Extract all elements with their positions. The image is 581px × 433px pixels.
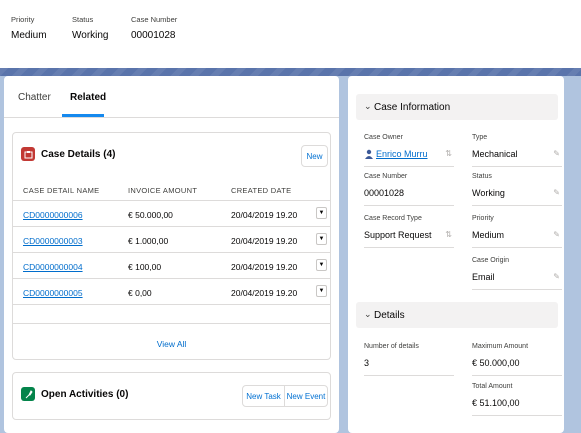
table-header: CASE DETAIL NAME INVOICE AMOUNT CREATED …: [13, 179, 330, 201]
chevron-down-icon: ⌄: [364, 309, 372, 319]
created-date: 20/04/2019 19.20: [231, 210, 298, 220]
row-menu-chevron-down-icon[interactable]: ▼: [316, 233, 327, 245]
field-value: Working: [472, 188, 505, 198]
case-owner-link[interactable]: Enrico Murru: [376, 149, 428, 159]
table-row: CD0000000005 € 0,00 20/04/2019 19.20 ▼: [13, 279, 330, 305]
case-detail-link[interactable]: CD0000000005: [23, 288, 83, 298]
created-date: 20/04/2019 19.20: [231, 288, 298, 298]
field-value: Support Request: [364, 230, 432, 240]
column-header-date[interactable]: CREATED DATE: [231, 186, 291, 195]
highlight-value: Working: [72, 30, 109, 41]
change-owner-icon[interactable]: ⇅: [445, 149, 452, 158]
row-menu-chevron-down-icon[interactable]: ▼: [316, 259, 327, 271]
field-label: Priority: [472, 215, 494, 222]
case-origin-field: Case Origin Email ✎: [472, 254, 562, 290]
case-details-icon: [21, 147, 35, 161]
open-activities-card: Open Activities (0) New Task New Event: [12, 372, 331, 420]
change-record-type-icon[interactable]: ⇅: [445, 230, 452, 239]
table-row: CD0000000004 € 100,00 20/04/2019 19.20 ▼: [13, 253, 330, 279]
priority-field: Priority Medium ✎: [472, 212, 562, 248]
card-title: Open Activities (0): [41, 389, 129, 400]
highlight-label: Case Number: [131, 15, 178, 24]
invoice-amount: € 0,00: [128, 288, 152, 298]
edit-pencil-icon[interactable]: ✎: [553, 230, 560, 239]
case-owner-field: Case Owner Enrico Murru ⇅: [364, 131, 454, 167]
created-date: 20/04/2019 19.20: [231, 236, 298, 246]
new-event-button[interactable]: New Event: [284, 385, 328, 407]
field-label: Case Number: [364, 173, 408, 180]
field-label: Number of details: [364, 343, 419, 350]
invoice-amount: € 100,00: [128, 262, 162, 272]
maximum-amount-field: Maximum Amount € 50.000,00: [472, 340, 562, 376]
tab-bar: Chatter Related: [4, 76, 339, 118]
field-label: Total Amount: [472, 383, 513, 390]
new-button[interactable]: New: [301, 145, 328, 167]
chevron-down-icon: ⌄: [364, 101, 372, 111]
tab-chatter[interactable]: Chatter: [18, 92, 51, 103]
section-title: Details: [374, 310, 405, 321]
table-row: CD0000000006 € 50.000,00 20/04/2019 19.2…: [13, 201, 330, 227]
column-header-name[interactable]: CASE DETAIL NAME: [23, 186, 99, 195]
table-row: CD0000000003 € 1.000,00 20/04/2019 19.20…: [13, 227, 330, 253]
created-date: 20/04/2019 19.20: [231, 262, 298, 272]
field-value: € 50.000,00: [472, 358, 520, 368]
section-title: Case Information: [374, 102, 451, 113]
field-label: Status: [472, 173, 492, 180]
field-label: Case Origin: [472, 257, 509, 264]
case-details-card: Case Details (4) New CASE DETAIL NAME IN…: [12, 132, 331, 360]
related-panel: Chatter Related Case Details (4) New CAS…: [4, 76, 339, 433]
highlight-priority: Priority Medium: [11, 15, 47, 41]
view-all-link[interactable]: View All: [13, 323, 330, 361]
case-record-type-field: Case Record Type Support Request ⇅: [364, 212, 454, 248]
card-title: Case Details (4): [41, 149, 116, 160]
field-value: Email: [472, 272, 495, 282]
new-task-button[interactable]: New Task: [242, 385, 285, 407]
active-tab-indicator: [62, 114, 104, 117]
record-detail-panel: ⌄ Case Information Case Owner Enrico Mur…: [348, 76, 564, 433]
invoice-amount: € 1.000,00: [128, 236, 169, 246]
field-value: Medium: [472, 230, 505, 240]
field-label: Case Record Type: [364, 215, 422, 222]
column-header-amount[interactable]: INVOICE AMOUNT: [128, 186, 197, 195]
highlight-label: Status: [72, 15, 94, 24]
field-value: Mechanical: [472, 149, 518, 159]
field-label: Maximum Amount: [472, 343, 529, 350]
highlight-case-number: Case Number 00001028: [131, 15, 177, 41]
highlight-value: 00001028: [131, 30, 176, 41]
case-information-section-toggle[interactable]: ⌄ Case Information: [356, 94, 558, 120]
field-value: 3: [364, 358, 370, 368]
case-detail-link[interactable]: CD0000000003: [23, 236, 83, 246]
user-icon: [365, 149, 373, 159]
details-section-toggle[interactable]: ⌄ Details: [356, 302, 558, 328]
field-label: Case Owner: [364, 134, 403, 141]
highlight-status: Status Working: [72, 15, 109, 41]
activities-icon: [21, 387, 35, 401]
status-field: Status Working ✎: [472, 170, 562, 206]
type-field: Type Mechanical ✎: [472, 131, 562, 167]
field-label: Type: [472, 134, 488, 141]
field-value: 00001028: [364, 188, 405, 198]
invoice-amount: € 50.000,00: [128, 210, 173, 220]
row-menu-chevron-down-icon[interactable]: ▼: [316, 285, 327, 297]
highlights-panel: Priority Medium Status Working Case Numb…: [0, 0, 581, 68]
edit-pencil-icon[interactable]: ✎: [553, 188, 560, 197]
number-of-details-field: Number of details 3: [364, 340, 454, 376]
case-detail-link[interactable]: CD0000000004: [23, 262, 83, 272]
edit-pencil-icon[interactable]: ✎: [553, 149, 560, 158]
highlight-value: Medium: [11, 30, 47, 41]
edit-pencil-icon[interactable]: ✎: [553, 272, 560, 281]
field-value: € 51.100,00: [472, 398, 520, 408]
highlight-label: Priority: [11, 15, 35, 24]
card-header: Case Details (4) New: [13, 133, 330, 177]
tab-related[interactable]: Related: [70, 92, 106, 103]
row-menu-chevron-down-icon[interactable]: ▼: [316, 207, 327, 219]
total-amount-field: Total Amount € 51.100,00: [472, 380, 562, 416]
case-detail-link[interactable]: CD0000000006: [23, 210, 83, 220]
case-number-field: Case Number 00001028: [364, 170, 454, 206]
